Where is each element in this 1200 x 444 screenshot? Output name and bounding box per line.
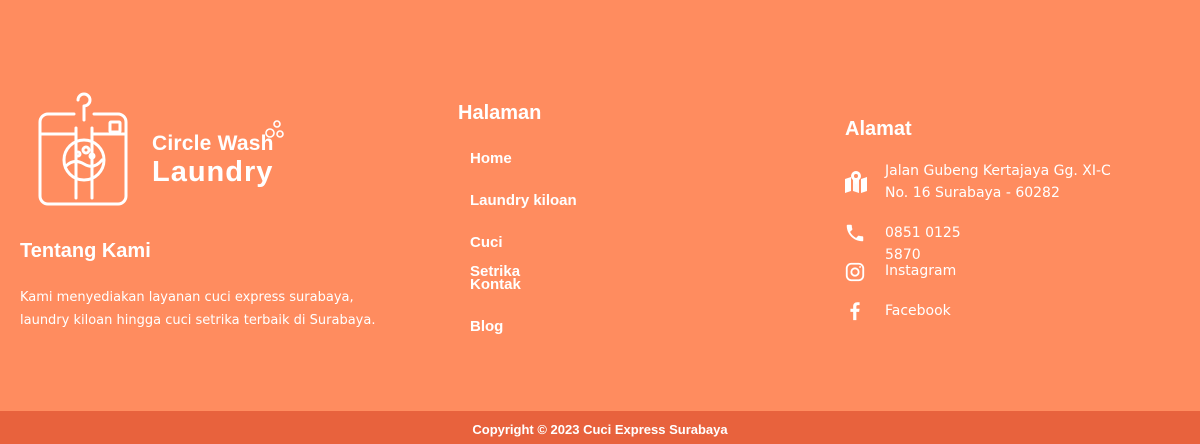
copyright-text: Copyright © 2023 Cuci Express Surabaya [472,422,728,437]
brand-name-line2: Laundry [152,156,274,188]
facebook-icon [844,300,868,324]
nav-link-cuci[interactable]: Cuci [470,234,503,251]
about-title: Tentang Kami [20,240,151,262]
facebook-link[interactable]: Facebook [885,300,951,322]
nav-link-kontak[interactable]: Kontak [470,276,521,293]
nav-link-home[interactable]: Home [470,150,512,167]
pages-title: Halaman [458,102,542,124]
brand-logo[interactable]: Circle Wash Laundry [36,88,286,208]
copyright-bar: Copyright © 2023 Cuci Express Surabaya [0,411,1200,444]
washing-machine-hanger-icon [38,92,128,206]
brand-name-line1: Circle Wash [152,132,274,155]
bubbles-icon [265,120,284,138]
nav-link-laundry-kiloan[interactable]: Laundry kiloan [470,192,577,209]
address-line2: No. 16 Surabaya - 60282 [885,185,1060,201]
instagram-icon [844,261,868,285]
footer: Circle Wash Laundry Tentang Kami Kami me… [0,0,1200,411]
address-title: Alamat [845,118,912,140]
address-line1: Jalan Gubeng Kertajaya Gg. XI-C [885,163,1111,179]
phone-icon [844,222,868,246]
nav-link-blog[interactable]: Blog [470,318,503,335]
about-text: Kami menyediakan layanan cuci express su… [20,290,376,328]
map-icon [844,170,868,194]
instagram-link[interactable]: Instagram [885,260,956,282]
phone-link-line1[interactable]: 0851 0125 [885,222,961,244]
